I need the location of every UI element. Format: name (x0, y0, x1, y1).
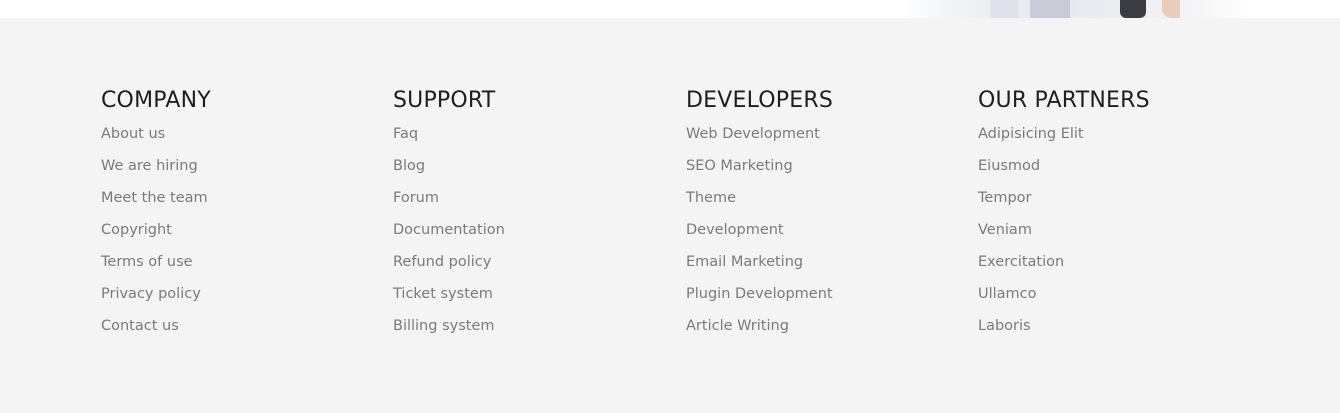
list-item: Veniam (978, 220, 1258, 252)
footer-link-forum[interactable]: Forum (393, 190, 439, 206)
list-item: Contact us (101, 316, 381, 348)
list-item: Exercitation (978, 252, 1258, 284)
page-top-section (0, 0, 1340, 18)
list-item: Refund policy (393, 252, 673, 284)
hero-image-shape (1120, 0, 1146, 18)
footer-link-ullamco[interactable]: Ullamco (978, 286, 1037, 302)
footer-link-theme[interactable]: Theme (686, 190, 736, 206)
footer-link-list: About us We are hiring Meet the team Cop… (101, 124, 381, 348)
footer-link-faq[interactable]: Faq (393, 126, 418, 142)
footer-link-privacy-policy[interactable]: Privacy policy (101, 286, 201, 302)
list-item: Article Writing (686, 316, 966, 348)
list-item: Billing system (393, 316, 673, 348)
footer-link-about-us[interactable]: About us (101, 126, 165, 142)
footer-link-terms-of-use[interactable]: Terms of use (101, 254, 193, 270)
footer-link-exercitation[interactable]: Exercitation (978, 254, 1064, 270)
list-item: Meet the team (101, 188, 381, 220)
footer-link-copyright[interactable]: Copyright (101, 222, 172, 238)
footer-link-veniam[interactable]: Veniam (978, 222, 1032, 238)
footer-link-email-marketing[interactable]: Email Marketing (686, 254, 803, 270)
hero-image-shape (1030, 0, 1070, 18)
footer-link-web-development[interactable]: Web Development (686, 126, 820, 142)
list-item: Development (686, 220, 966, 252)
list-item: Web Development (686, 124, 966, 156)
list-item: Tempor (978, 188, 1258, 220)
hero-image-fragment (900, 0, 1250, 18)
list-item: SEO Marketing (686, 156, 966, 188)
list-item: Email Marketing (686, 252, 966, 284)
footer-column-company: COMPANY About us We are hiring Meet the … (101, 88, 381, 348)
footer-link-list: Faq Blog Forum Documentation Refund poli… (393, 124, 673, 348)
hero-image-shape (990, 0, 1018, 18)
footer-link-eiusmod[interactable]: Eiusmod (978, 158, 1040, 174)
list-item: Faq (393, 124, 673, 156)
list-item: Documentation (393, 220, 673, 252)
list-item: Blog (393, 156, 673, 188)
footer-column-heading: DEVELOPERS (686, 88, 833, 113)
footer-link-billing-system[interactable]: Billing system (393, 318, 495, 334)
list-item: Eiusmod (978, 156, 1258, 188)
footer-link-seo-marketing[interactable]: SEO Marketing (686, 158, 793, 174)
footer-column-developers: DEVELOPERS Web Development SEO Marketing… (686, 88, 966, 348)
footer-link-documentation[interactable]: Documentation (393, 222, 505, 238)
footer-link-laboris[interactable]: Laboris (978, 318, 1031, 334)
list-item: Plugin Development (686, 284, 966, 316)
footer-link-list: Adipisicing Elit Eiusmod Tempor Veniam E… (978, 124, 1258, 348)
list-item: Copyright (101, 220, 381, 252)
list-item: Laboris (978, 316, 1258, 348)
footer-link-refund-policy[interactable]: Refund policy (393, 254, 491, 270)
list-item: Theme (686, 188, 966, 220)
footer-column-our-partners: OUR PARTNERS Adipisicing Elit Eiusmod Te… (978, 88, 1258, 348)
footer-column-support: SUPPORT Faq Blog Forum Documentation Ref… (393, 88, 673, 348)
footer-link-tempor[interactable]: Tempor (978, 190, 1031, 206)
list-item: About us (101, 124, 381, 156)
list-item: Ticket system (393, 284, 673, 316)
list-item: Adipisicing Elit (978, 124, 1258, 156)
footer-link-plugin-development[interactable]: Plugin Development (686, 286, 833, 302)
hero-image-shape (1162, 0, 1180, 18)
footer-column-heading: OUR PARTNERS (978, 88, 1150, 113)
footer-link-ticket-system[interactable]: Ticket system (393, 286, 493, 302)
list-item: We are hiring (101, 156, 381, 188)
footer-link-contact-us[interactable]: Contact us (101, 318, 179, 334)
footer-link-meet-the-team[interactable]: Meet the team (101, 190, 208, 206)
footer-link-adipisicing-elit[interactable]: Adipisicing Elit (978, 126, 1084, 142)
footer-link-blog[interactable]: Blog (393, 158, 425, 174)
list-item: Privacy policy (101, 284, 381, 316)
list-item: Forum (393, 188, 673, 220)
footer-link-article-writing[interactable]: Article Writing (686, 318, 789, 334)
site-footer: COMPANY About us We are hiring Meet the … (0, 18, 1340, 413)
footer-link-development[interactable]: Development (686, 222, 784, 238)
list-item: Terms of use (101, 252, 381, 284)
footer-column-heading: COMPANY (101, 88, 211, 113)
footer-link-we-are-hiring[interactable]: We are hiring (101, 158, 198, 174)
list-item: Ullamco (978, 284, 1258, 316)
footer-column-heading: SUPPORT (393, 88, 496, 113)
footer-link-list: Web Development SEO Marketing Theme Deve… (686, 124, 966, 348)
